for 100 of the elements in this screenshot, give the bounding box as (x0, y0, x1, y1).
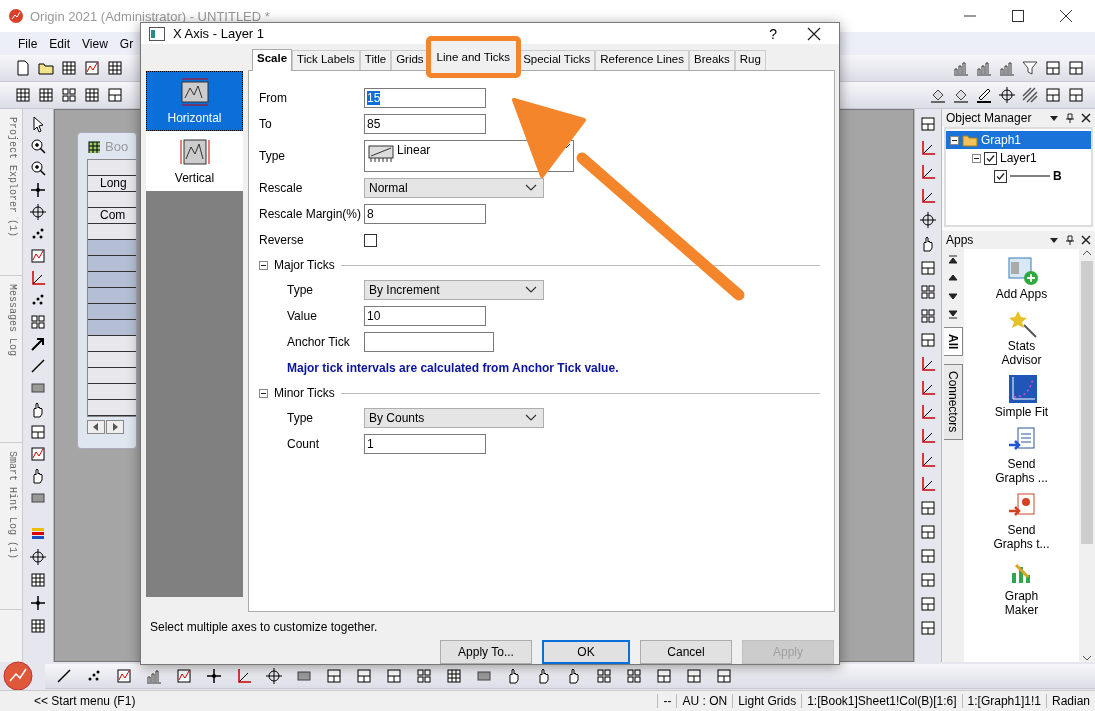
grid-icon[interactable] (625, 666, 643, 685)
layout-icon[interactable] (106, 86, 124, 104)
grid-icon[interactable] (415, 666, 433, 685)
collapse-icon[interactable] (259, 388, 268, 398)
target-icon[interactable] (998, 86, 1016, 104)
tab[interactable]: Rug (734, 50, 766, 70)
apps-tab[interactable]: All (943, 327, 963, 357)
dialog-button[interactable]: Cancel (640, 640, 732, 664)
table-icon[interactable] (29, 571, 47, 589)
collapse-icon[interactable] (950, 135, 959, 145)
input-field[interactable]: 8 (364, 204, 486, 224)
input-field[interactable]: 15 (364, 88, 486, 108)
scroll-left-icon[interactable] (87, 420, 105, 434)
target-icon[interactable] (29, 548, 47, 566)
bar-chart-icon[interactable] (975, 59, 993, 77)
pen-icon[interactable] (975, 86, 993, 104)
input-field[interactable]: 10 (364, 306, 486, 326)
dialog-button[interactable]: OK (542, 640, 630, 664)
arrow-icon[interactable] (29, 335, 47, 353)
start-logo-icon[interactable] (3, 661, 33, 691)
close-icon[interactable] (807, 26, 821, 41)
table-icon[interactable] (445, 666, 463, 685)
grid-icon[interactable] (595, 666, 613, 685)
collapse-icon[interactable] (972, 153, 981, 163)
input-field[interactable]: 85 (364, 114, 486, 134)
layout-icon[interactable] (919, 523, 937, 541)
layout-icon[interactable] (325, 666, 343, 685)
apps-tab[interactable]: Connectors (943, 364, 963, 440)
filter-icon[interactable] (1021, 59, 1039, 77)
app-label[interactable]: Stats Advisor (986, 339, 1057, 367)
menu-item[interactable]: View (76, 36, 114, 51)
tab[interactable]: Special Ticks (518, 50, 596, 70)
line-icon[interactable] (55, 666, 73, 685)
dialog-button[interactable]: Apply To... (440, 640, 532, 664)
scroll-right-icon[interactable] (106, 420, 124, 434)
dropdown[interactable]: Normal (364, 178, 544, 198)
scrollbar[interactable] (1079, 249, 1095, 662)
side-tab[interactable]: Smart Hint Log (1) (0, 443, 22, 610)
app-label[interactable]: Simple Fit (986, 405, 1057, 419)
table-icon[interactable] (60, 59, 78, 77)
axes-icon[interactable] (919, 475, 937, 493)
app-label[interactable]: Send Graphs t... (986, 523, 1057, 551)
tab[interactable]: Line and Ticks (425, 36, 522, 78)
layout-icon[interactable] (1067, 59, 1085, 77)
layout-icon[interactable] (919, 571, 937, 589)
app-label[interactable]: Graph Maker (986, 589, 1057, 617)
tab[interactable]: Breaks (689, 50, 735, 70)
target-icon[interactable] (29, 203, 47, 221)
axes-icon[interactable] (919, 379, 937, 397)
input-field[interactable]: 1 (364, 434, 486, 454)
layout-icon[interactable] (919, 115, 937, 133)
layout-icon[interactable] (385, 666, 403, 685)
add-app-icon[interactable] (1005, 255, 1038, 287)
line-chart-icon[interactable] (29, 247, 47, 265)
checkbox[interactable] (994, 169, 1007, 183)
axes-icon[interactable] (919, 139, 937, 157)
layout-icon[interactable] (919, 259, 937, 277)
zoom-icon[interactable] (29, 159, 47, 177)
axis-item[interactable]: Vertical (146, 131, 243, 191)
grid-icon[interactable] (29, 313, 47, 331)
axes-icon[interactable] (919, 451, 937, 469)
crosshair-icon[interactable] (205, 666, 223, 685)
scroll-bottom-icon[interactable] (948, 309, 958, 319)
crosshair-icon[interactable] (29, 181, 47, 199)
tab[interactable]: Tick Labels (292, 50, 360, 70)
axes-icon[interactable] (919, 403, 937, 421)
tab[interactable]: Reference Lines (595, 50, 689, 70)
layout-icon[interactable] (919, 595, 937, 613)
app-label[interactable]: Add Apps (986, 287, 1057, 301)
layout-icon[interactable] (919, 547, 937, 565)
input-field[interactable] (364, 332, 494, 352)
grid-icon[interactable] (919, 307, 937, 325)
grid-icon[interactable] (919, 283, 937, 301)
menu-item[interactable]: File (12, 36, 44, 51)
layout-icon[interactable] (715, 666, 733, 685)
axes-icon[interactable] (919, 355, 937, 373)
scroll-up-icon[interactable] (1081, 249, 1093, 257)
target-icon[interactable] (265, 666, 283, 685)
scroll-up-icon[interactable] (948, 273, 958, 283)
grid-icon[interactable] (60, 86, 78, 104)
layout-icon[interactable] (919, 499, 937, 517)
table-icon[interactable] (29, 617, 47, 635)
line-chart-icon[interactable] (175, 666, 193, 685)
bar-chart-icon[interactable] (998, 59, 1016, 77)
axis-item[interactable]: Horizontal (146, 71, 243, 131)
close-icon[interactable] (1081, 235, 1091, 245)
layout-icon[interactable] (919, 619, 937, 637)
layout-icon[interactable] (919, 331, 937, 349)
layout-icon[interactable] (29, 423, 47, 441)
axes-icon[interactable] (235, 666, 253, 685)
help-button[interactable]: ? (769, 25, 777, 42)
checkbox[interactable] (984, 151, 997, 165)
layout-icon[interactable] (1044, 86, 1062, 104)
side-tab[interactable]: Project Explorer (1) (0, 109, 22, 276)
dropdown-icon[interactable] (1049, 113, 1059, 123)
menu-item[interactable]: Gr (113, 36, 140, 51)
scroll-down-icon[interactable] (1081, 654, 1093, 662)
pin-icon[interactable] (1065, 113, 1075, 123)
tree-item[interactable]: Graph1 (946, 131, 1091, 149)
table-icon[interactable] (83, 86, 101, 104)
